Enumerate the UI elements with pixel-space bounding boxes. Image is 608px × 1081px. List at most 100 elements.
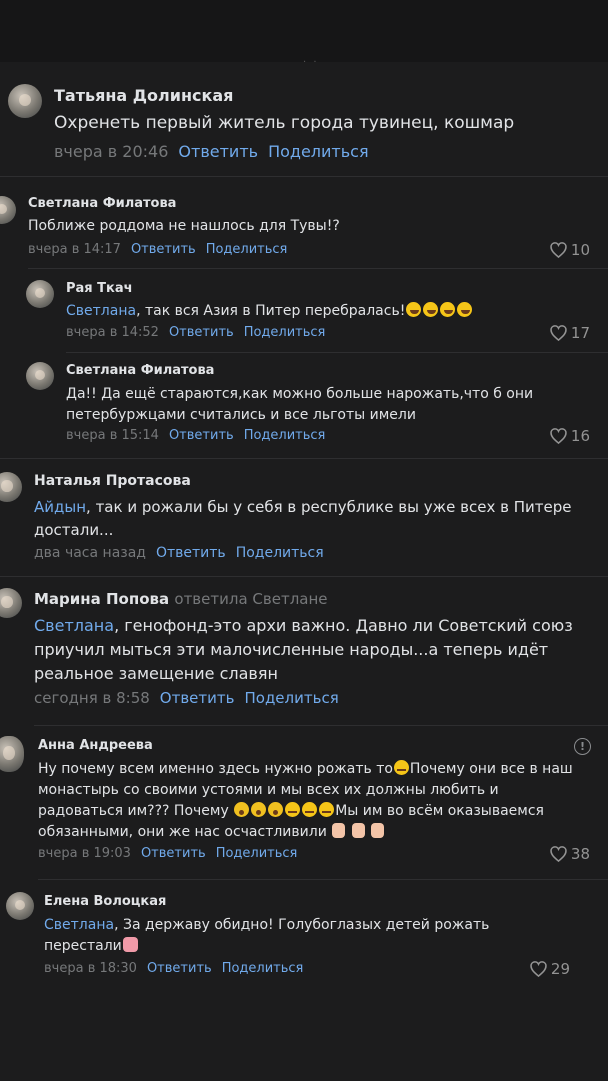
comment-text-line: обязанными, они же нас осчастливили — [38, 824, 332, 840]
avatar[interactable] — [0, 196, 16, 224]
comment-text-body: , так вся Азия в Питер перебралась! — [136, 303, 406, 319]
avatar[interactable] — [0, 472, 22, 502]
reply-button[interactable]: Ответить — [141, 846, 206, 861]
avatar[interactable] — [8, 84, 42, 118]
share-button[interactable]: Поделиться — [244, 428, 326, 443]
heart-icon — [550, 846, 567, 863]
rolling-laugh-emoji — [423, 302, 439, 317]
rolling-laugh-emoji — [457, 302, 473, 317]
avatar[interactable] — [0, 736, 24, 772]
rolling-laugh-emoji — [406, 302, 422, 317]
divider — [38, 879, 608, 880]
divider — [34, 725, 608, 726]
comment-text-line: , так и рожали бы у себя в республике вы… — [86, 498, 572, 516]
share-button[interactable]: Поделиться — [216, 846, 298, 861]
comment-text-line: , генофонд-это архи важно. Давно ли Сове… — [114, 616, 573, 635]
comment-meta: два часа назад Ответить Поделиться — [34, 545, 324, 561]
reply-button[interactable]: Ответить — [169, 428, 234, 443]
comment-time: сегодня в 8:58 — [34, 689, 150, 707]
like-button[interactable]: 16 — [550, 427, 590, 445]
comment-text-line: Ну почему всем именно здесь нужно рожать… — [38, 761, 393, 777]
comment-author[interactable]: Рая Ткач — [66, 281, 133, 296]
comment-text: Светлана, так вся Азия в Питер перебрала… — [66, 302, 473, 319]
comment-meta: вчера в 14:17 Ответить Поделиться — [28, 242, 287, 257]
reply-button[interactable]: Ответить — [178, 142, 258, 161]
share-button[interactable]: Поделиться — [206, 242, 288, 257]
comment-text-line: перестали — [44, 938, 122, 954]
comment-text: Поближе роддома не нашлось для Тувы!? — [28, 218, 340, 234]
sad-face-emoji — [302, 802, 318, 817]
comment-text-line: Мы им во всём оказываемся — [335, 803, 544, 819]
avatar[interactable] — [6, 892, 34, 920]
sad-face-emoji — [319, 802, 335, 817]
comment-text: Светлана, генофонд-это архи важно. Давно… — [34, 614, 573, 686]
girl-gesture-emoji — [122, 937, 138, 952]
divider — [66, 352, 608, 353]
comment-author[interactable]: Светлана Филатова — [66, 363, 214, 378]
reply-button[interactable]: Ответить — [160, 689, 235, 707]
comment-meta: вчера в 20:46 Ответить Поделиться — [54, 142, 369, 161]
comment-author[interactable]: Светлана Филатова — [28, 196, 176, 211]
sad-face-emoji — [285, 802, 301, 817]
comment-author-name[interactable]: Марина Попова — [34, 590, 169, 608]
comment-text: Светлана, За державу обидно! Голубоглазы… — [44, 915, 489, 957]
comment-text-line: , За державу обидно! Голубоглазых детей … — [114, 917, 490, 933]
comment-author[interactable]: Наталья Протасова — [34, 473, 191, 489]
reply-button[interactable]: Ответить — [169, 325, 234, 340]
reply-button[interactable]: Ответить — [131, 242, 196, 257]
like-button[interactable]: 29 — [530, 960, 570, 978]
comment-author[interactable]: Татьяна Долинская — [54, 86, 233, 105]
divider — [0, 576, 608, 577]
share-button[interactable]: Поделиться — [244, 325, 326, 340]
like-button[interactable]: 17 — [550, 324, 590, 342]
comment-text: Ну почему всем именно здесь нужно рожать… — [38, 759, 573, 843]
comment-time: вчера в 15:14 — [66, 428, 159, 443]
mention-link[interactable]: Светлана — [44, 917, 114, 933]
comment-author[interactable]: Елена Волоцкая — [44, 894, 166, 909]
heart-icon — [550, 428, 567, 445]
comment-time: два часа назад — [34, 545, 146, 561]
comment-text-line: монастырь со своими устоями и мы всех их… — [38, 782, 499, 798]
comment-text: Айдын, так и рожали бы у себя в республи… — [34, 496, 571, 542]
avatar[interactable] — [0, 588, 22, 618]
like-button[interactable]: 10 — [550, 241, 590, 259]
comment-text-line: Почему они все в наш — [409, 761, 573, 777]
top-bar: . . — [0, 0, 608, 65]
like-button[interactable]: 38 — [550, 845, 590, 863]
avatar[interactable] — [26, 362, 54, 390]
share-button[interactable]: Поделиться — [244, 689, 338, 707]
scream-face-emoji — [234, 802, 250, 817]
comment-meta: вчера в 19:03 Ответить Поделиться — [38, 846, 297, 861]
scream-face-emoji — [251, 802, 267, 817]
like-count: 38 — [570, 845, 590, 863]
mention-link[interactable]: Айдын — [34, 498, 86, 516]
share-button[interactable]: Поделиться — [236, 545, 324, 561]
comment-time: вчера в 14:52 — [66, 325, 159, 340]
comment-text-line: радоваться им??? Почему — [38, 803, 234, 819]
comment-author[interactable]: Марина Попова ответила Светлане — [34, 590, 328, 608]
reply-button[interactable]: Ответить — [147, 961, 212, 976]
avatar[interactable] — [26, 280, 54, 308]
report-info-icon[interactable]: ! — [574, 738, 591, 755]
comment-time: вчера в 19:03 — [38, 846, 131, 861]
comment-time: вчера в 20:46 — [54, 142, 169, 161]
comment-time: вчера в 14:17 — [28, 242, 121, 257]
like-count: 17 — [570, 324, 590, 342]
hand-emoji — [332, 823, 346, 838]
comment-time: вчера в 18:30 — [44, 961, 137, 976]
heart-icon — [530, 961, 547, 978]
scream-face-emoji — [268, 802, 284, 817]
like-count: 16 — [570, 427, 590, 445]
divider — [0, 176, 608, 177]
mention-link[interactable]: Светлана — [66, 303, 136, 319]
comment-text-line: реальное замещение славян — [34, 664, 278, 683]
share-button[interactable]: Поделиться — [222, 961, 304, 976]
heart-icon — [550, 325, 567, 342]
share-button[interactable]: Поделиться — [268, 142, 369, 161]
top-bar-mark: . . — [303, 54, 319, 65]
reply-button[interactable]: Ответить — [156, 545, 226, 561]
comment-text-line: достали... — [34, 521, 114, 539]
comment-text: Да!! Да ещё стараются,как можно больше н… — [66, 384, 533, 426]
mention-link[interactable]: Светлана — [34, 616, 114, 635]
comment-author[interactable]: Анна Андреева — [38, 738, 153, 753]
